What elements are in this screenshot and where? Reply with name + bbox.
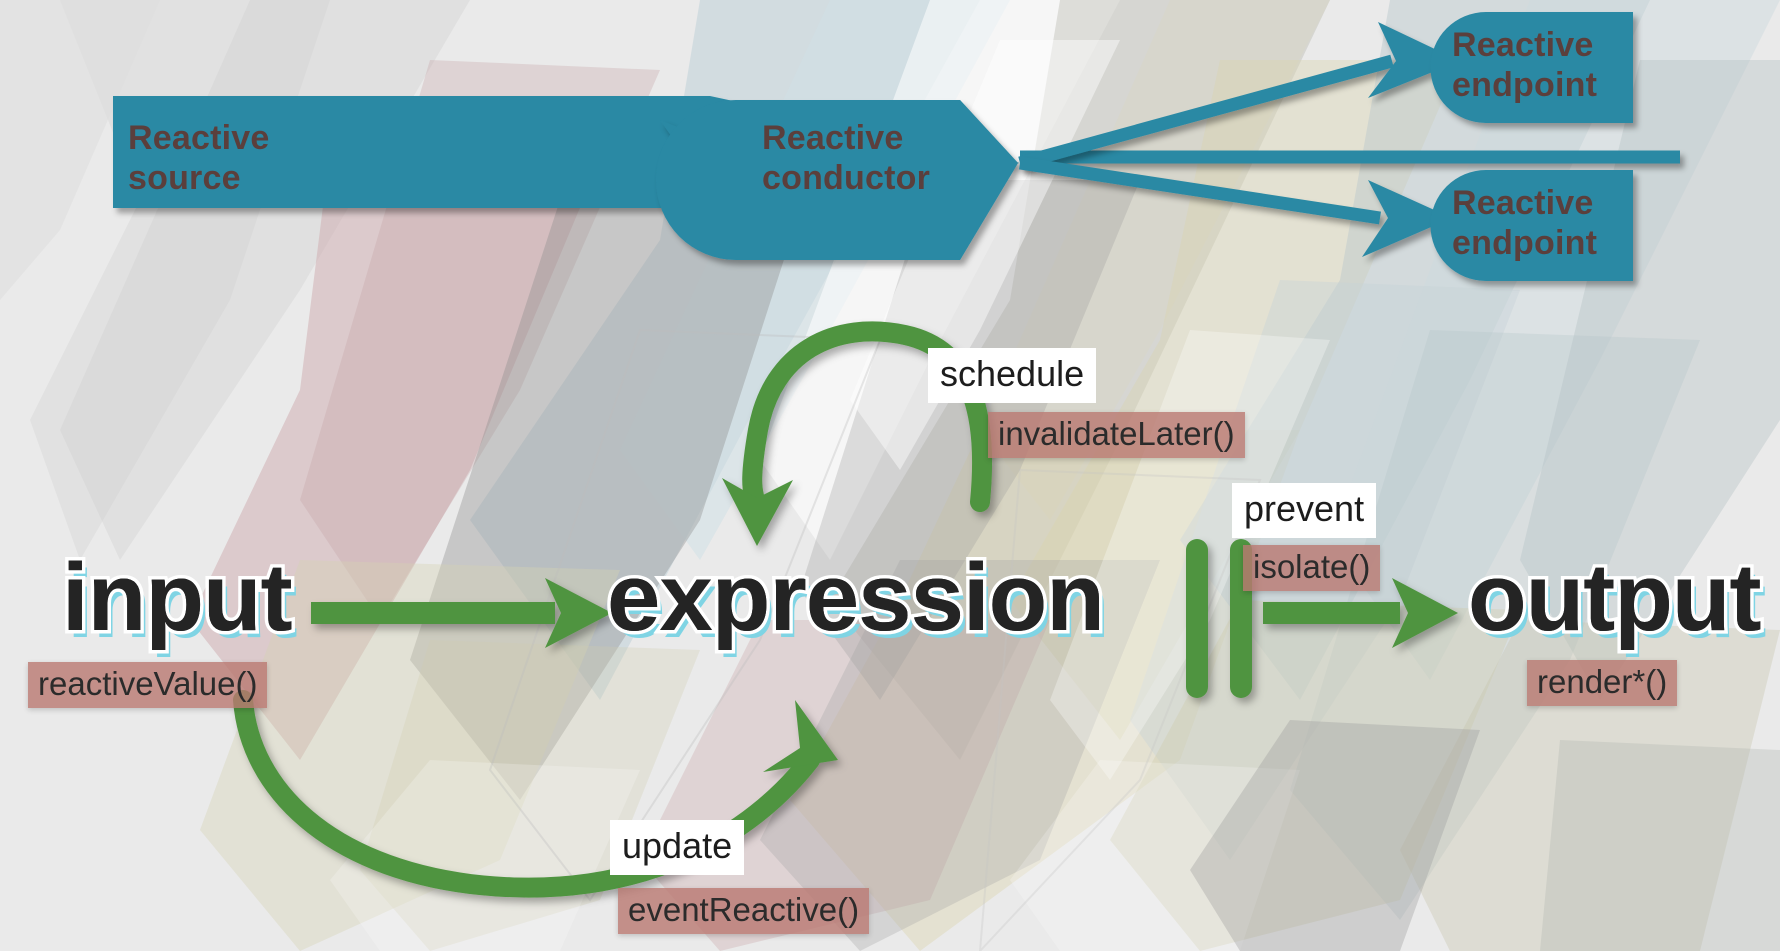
reactive-endpoint-lower-label: Reactive endpoint <box>1452 184 1598 263</box>
output-word: output output output <box>1465 541 1767 659</box>
invalidate-later-fn-chip: invalidateLater() <box>988 412 1245 459</box>
prevent-label-chip: prevent <box>1232 483 1377 539</box>
expression-word: expression expression expression <box>604 541 1110 659</box>
output-word-fill: output <box>1468 544 1761 651</box>
reactive-endpoint-upper-label: Reactive endpoint <box>1452 26 1598 105</box>
conductor-to-endpoint-lower-arrow <box>1019 156 1452 257</box>
diagram-canvas: Reactive source Reactive conductor React… <box>0 0 1780 951</box>
update-label-chip: update <box>610 820 745 876</box>
pause-bars-icon <box>1186 539 1252 698</box>
input-word-fill: input <box>62 544 293 651</box>
input-word: input input input <box>59 541 298 659</box>
reactive-conductor-label: Reactive conductor <box>762 119 931 198</box>
update-curved-arrow-icon <box>233 690 838 898</box>
conductor-to-endpoint-upper-arrow <box>1018 22 1460 170</box>
expression-word-fill: expression <box>607 544 1105 651</box>
reactive-source-label: Reactive source <box>128 119 270 198</box>
isolate-fn-chip: isolate() <box>1243 545 1381 592</box>
event-reactive-fn-chip: eventReactive() <box>618 888 870 935</box>
input-to-expression-arrow <box>311 578 612 648</box>
render-fn-chip: render*() <box>1527 660 1678 707</box>
schedule-label-chip: schedule <box>928 348 1097 404</box>
reactive-value-fn-chip: reactiveValue() <box>28 662 268 709</box>
